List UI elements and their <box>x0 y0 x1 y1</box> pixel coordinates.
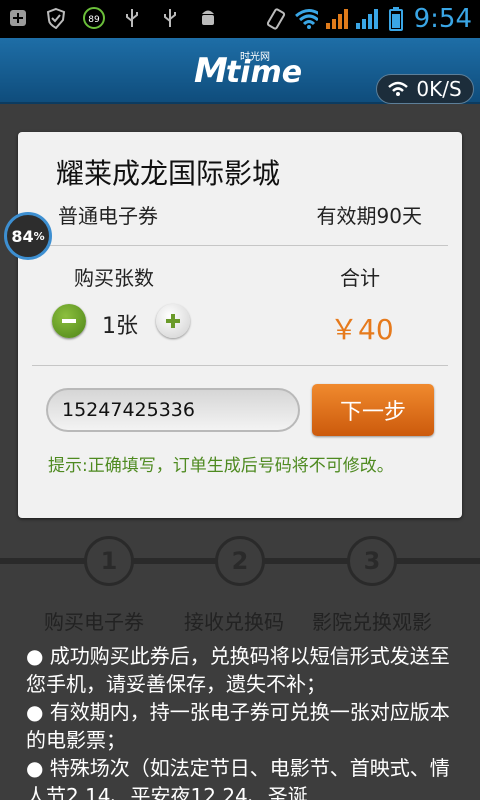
status-bar: 89 9:54 <box>0 0 480 38</box>
ticket-type: 普通电子券 <box>58 204 158 228</box>
quantity-value: 1张 <box>102 314 138 339</box>
floating-progress-widget[interactable]: 84% <box>4 212 52 260</box>
usb-icon <box>120 6 144 30</box>
next-step-button[interactable]: 下一步 <box>312 384 434 436</box>
step-2-label: 接收兑换码 <box>184 610 284 634</box>
plus-box-icon <box>6 6 30 30</box>
shield-icon <box>44 6 68 30</box>
logo-m: M <box>194 51 228 91</box>
mtime-logo: M time 时光网 <box>194 52 302 88</box>
divider <box>32 365 448 366</box>
android-icon <box>196 6 220 30</box>
decrease-quantity-button[interactable] <box>52 304 86 338</box>
rule-item: ● 特殊场次（如法定节日、电影节、首映式、情人节2.14、平安夜12.24、圣诞 <box>26 756 450 800</box>
notification-icons: 89 <box>6 6 220 30</box>
ticket-card: 耀莱成龙国际影城 普通电子券 有效期90天 购买张数 合计 1张 ￥40 下一步… <box>18 132 462 518</box>
logo-cn: 时光网 <box>240 52 270 63</box>
divider <box>32 245 448 246</box>
clock: 9:54 <box>413 4 472 34</box>
network-speed-badge: 0K/S <box>376 74 474 104</box>
hint-text: 提示:正确填写，订单生成后号码将不可修改。 <box>48 456 394 476</box>
network-speed-value: 0K/S <box>416 77 462 101</box>
phone-number-input[interactable] <box>46 388 300 432</box>
rule-item: ● 成功购买此券后，兑换码将以短信形式发送至您手机，请妥善保存，遗失不补； <box>26 644 450 696</box>
battery-icon <box>384 7 408 31</box>
total-price: ￥40 <box>330 313 394 346</box>
battery-badge-icon: 89 <box>82 6 106 30</box>
signal-icon <box>324 7 348 31</box>
cinema-name: 耀莱成龙国际影城 <box>56 157 281 190</box>
step-3-label: 影院兑换观影 <box>312 610 432 634</box>
step-2-circle: 2 <box>215 536 265 586</box>
battery-badge-value: 89 <box>88 15 100 25</box>
signal-icon <box>354 7 378 31</box>
rule-item: ● 有效期内，持一张电子券可兑换一张对应版本的电影票； <box>26 700 450 752</box>
progress-unit: % <box>33 229 45 243</box>
step-1-label: 购买电子券 <box>44 610 144 634</box>
wifi-icon <box>294 7 318 31</box>
plus-icon <box>166 314 180 328</box>
minus-icon <box>62 319 76 323</box>
ticket-validity: 有效期90天 <box>316 204 422 228</box>
rotate-icon <box>264 7 288 31</box>
total-label: 合计 <box>340 266 380 290</box>
rules-text: ● 成功购买此券后，兑换码将以短信形式发送至您手机，请妥善保存，遗失不补； ● … <box>26 642 466 800</box>
wifi-icon <box>388 81 409 96</box>
progress-value: 84 <box>11 226 34 246</box>
increase-quantity-button[interactable] <box>156 304 190 338</box>
system-status: 9:54 <box>264 4 472 34</box>
usb-icon <box>158 6 182 30</box>
step-1-circle: 1 <box>84 536 134 586</box>
quantity-label: 购买张数 <box>74 266 154 290</box>
step-3-circle: 3 <box>347 536 397 586</box>
